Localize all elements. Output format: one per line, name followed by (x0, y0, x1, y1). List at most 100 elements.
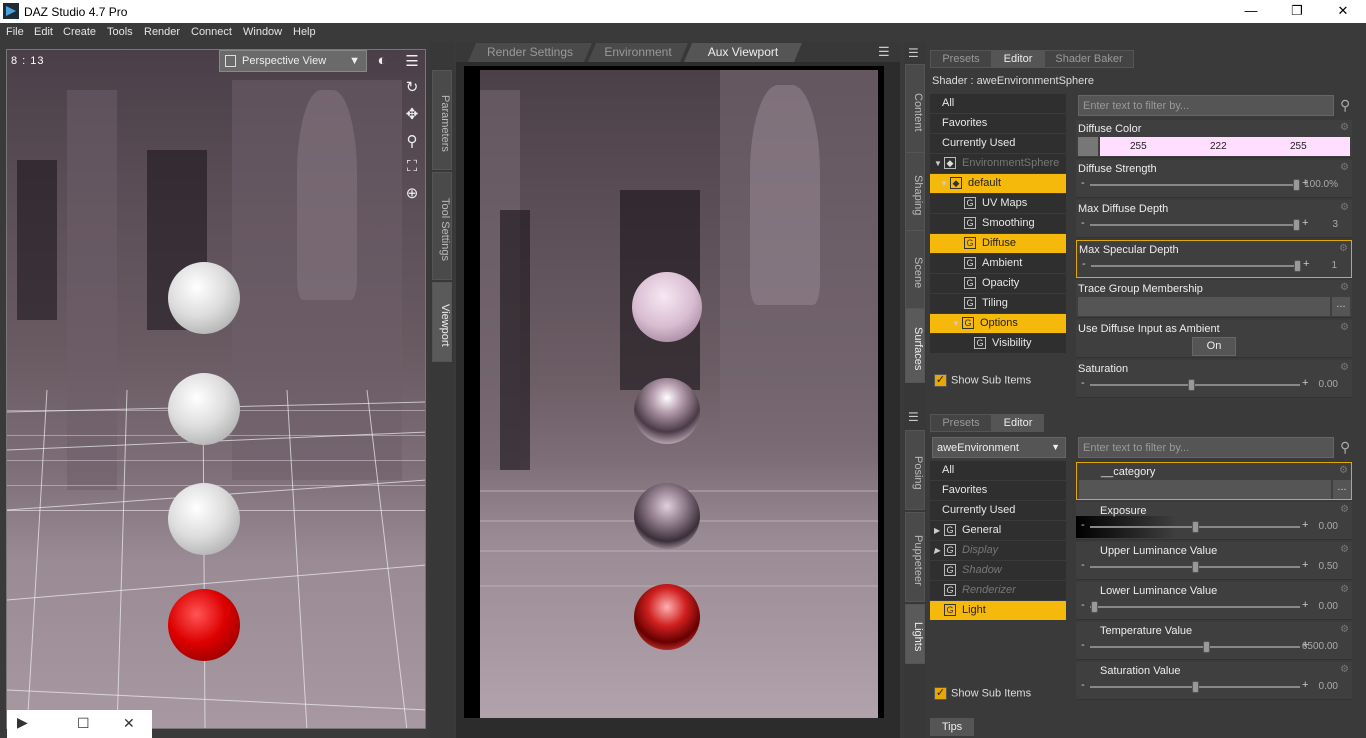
maximize-button[interactable]: ☐ (77, 715, 90, 732)
decrement-button[interactable]: - (1081, 559, 1085, 571)
surface-item[interactable]: G Ambient (930, 254, 1066, 273)
light-item[interactable]: G Renderizer (930, 581, 1066, 600)
tab-editor-2[interactable]: Editor (992, 414, 1044, 432)
tab-scene[interactable]: Scene (905, 230, 925, 310)
orbit-icon[interactable]: ↻ (402, 78, 422, 96)
pane-menu-icon[interactable]: ☰ (878, 44, 890, 60)
tab-tool-settings[interactable]: Tool Settings (432, 172, 452, 280)
viewport-menu-icon[interactable]: ☰ (402, 52, 422, 70)
aux-render-view[interactable] (480, 70, 878, 718)
surface-item[interactable]: Favorites (930, 114, 1066, 133)
gear-icon[interactable]: ⚙ (1340, 624, 1350, 635)
home-view-icon[interactable]: ⊕ (402, 184, 422, 202)
property-slider[interactable] (1090, 601, 1300, 613)
expand-icon[interactable]: ▶ (934, 521, 944, 540)
gear-icon[interactable]: ⚙ (1340, 544, 1350, 555)
light-item[interactable]: Favorites (930, 481, 1066, 500)
decrement-button[interactable]: - (1081, 217, 1085, 229)
gear-icon[interactable]: ⚙ (1340, 584, 1350, 595)
menu-create[interactable]: Create (63, 26, 96, 38)
light-item[interactable]: All (930, 461, 1066, 480)
surface-item[interactable]: G Diffuse (930, 234, 1066, 253)
browse-button[interactable]: ... (1333, 480, 1351, 499)
gear-icon[interactable]: ⚙ (1340, 282, 1350, 293)
property-value[interactable]: 0.00 (1319, 379, 1338, 390)
property-value[interactable]: 1 (1331, 260, 1337, 271)
surface-item[interactable]: G UV Maps (930, 194, 1066, 213)
close-button[interactable]: ✕ (123, 715, 135, 732)
tab-render-settings[interactable]: Render Settings (468, 43, 592, 62)
light-item[interactable]: G Light (930, 601, 1066, 620)
slider-knob[interactable] (1293, 260, 1301, 272)
sphere-white-2[interactable] (168, 373, 240, 445)
show-sub-items-checkbox-2[interactable]: ✓ Show Sub Items (934, 687, 1031, 700)
surface-item[interactable]: ▼ G Options (930, 314, 1066, 333)
collapse-icon[interactable]: ▼ (940, 174, 950, 193)
tab-presets[interactable]: Presets (930, 50, 992, 68)
surface-item[interactable]: All (930, 94, 1066, 113)
property-value[interactable]: 0.00 (1319, 681, 1338, 692)
draw-style-icon[interactable]: ◐ (372, 52, 392, 69)
tab-presets-2[interactable]: Presets (930, 414, 992, 432)
close-button[interactable]: ✕ (1320, 0, 1366, 23)
text-field[interactable] (1078, 297, 1330, 316)
gear-icon[interactable]: ⚙ (1340, 122, 1350, 133)
surface-item[interactable]: G Smoothing (930, 214, 1066, 233)
pan-icon[interactable]: ✥ (402, 105, 422, 123)
slider-knob[interactable] (1292, 179, 1300, 191)
tab-aux-viewport[interactable]: Aux Viewport (684, 43, 802, 62)
light-item[interactable]: G Shadow (930, 561, 1066, 580)
increment-button[interactable]: + (1302, 217, 1308, 229)
light-filter-input[interactable]: Enter text to filter by... (1078, 437, 1334, 458)
toggle-button[interactable]: On (1192, 337, 1236, 356)
tab-puppeteer[interactable]: Puppeteer (905, 512, 925, 602)
increment-button[interactable]: + (1302, 519, 1308, 531)
gear-icon[interactable]: ⚙ (1340, 504, 1350, 515)
tab-viewport[interactable]: Viewport (432, 282, 452, 362)
surface-item[interactable]: G Tiling (930, 294, 1066, 313)
light-item[interactable]: ▶ G Display (930, 541, 1066, 560)
property-slider[interactable] (1090, 521, 1300, 533)
property-value[interactable]: 6500.00 (1302, 641, 1338, 652)
surface-filter-input[interactable]: Enter text to filter by... (1078, 95, 1334, 116)
menu-render[interactable]: Render (144, 26, 180, 38)
property-slider[interactable] (1090, 179, 1300, 191)
property-value[interactable]: 0.00 (1319, 521, 1338, 532)
decrement-button[interactable]: - (1081, 177, 1085, 189)
increment-button[interactable]: + (1302, 559, 1308, 571)
light-item[interactable]: Currently Used (930, 501, 1066, 520)
property-value[interactable]: 0.50 (1319, 561, 1338, 572)
slider-knob[interactable] (1192, 521, 1199, 533)
increment-button[interactable]: + (1302, 377, 1308, 389)
gear-icon[interactable]: ⚙ (1340, 162, 1350, 173)
increment-button[interactable]: + (1302, 679, 1308, 691)
decrement-button[interactable]: - (1081, 599, 1085, 611)
collapse-icon[interactable]: ▼ (934, 154, 944, 173)
light-item[interactable]: ▶ G General (930, 521, 1066, 540)
property-slider[interactable] (1090, 379, 1300, 391)
text-field[interactable] (1079, 480, 1331, 499)
zoom-icon[interactable]: ⚲ (402, 132, 422, 150)
surface-item[interactable]: G Visibility (930, 334, 1066, 353)
menu-help[interactable]: Help (293, 26, 316, 38)
tab-parameters[interactable]: Parameters (432, 70, 452, 170)
menu-edit[interactable]: Edit (34, 26, 53, 38)
decrement-button[interactable]: - (1082, 258, 1086, 270)
perspective-viewport[interactable]: 8 : 13 Perspective View ▼ ◐ ☰ ↻ ✥ ⚲ ⛶ ⊕ (6, 49, 426, 729)
tab-surfaces[interactable]: Surfaces (905, 308, 925, 383)
slider-knob[interactable] (1187, 379, 1195, 391)
gear-icon[interactable]: ⚙ (1339, 243, 1349, 254)
collapse-icon[interactable]: ▼ (952, 314, 962, 333)
property-slider[interactable] (1090, 561, 1300, 573)
gear-icon[interactable]: ⚙ (1340, 362, 1350, 373)
browse-button[interactable]: ... (1332, 297, 1350, 316)
minimize-button[interactable]: — (1228, 0, 1274, 23)
decrement-button[interactable]: - (1081, 377, 1085, 389)
gear-icon[interactable]: ⚙ (1340, 322, 1350, 333)
sphere-white-1[interactable] (168, 262, 240, 334)
slider-knob[interactable] (1091, 601, 1099, 613)
tab-content[interactable]: Content (905, 64, 925, 154)
property-value[interactable]: 0.00 (1319, 601, 1338, 612)
frame-icon[interactable]: ⛶ (402, 158, 422, 175)
gear-icon[interactable]: ⚙ (1340, 664, 1350, 675)
